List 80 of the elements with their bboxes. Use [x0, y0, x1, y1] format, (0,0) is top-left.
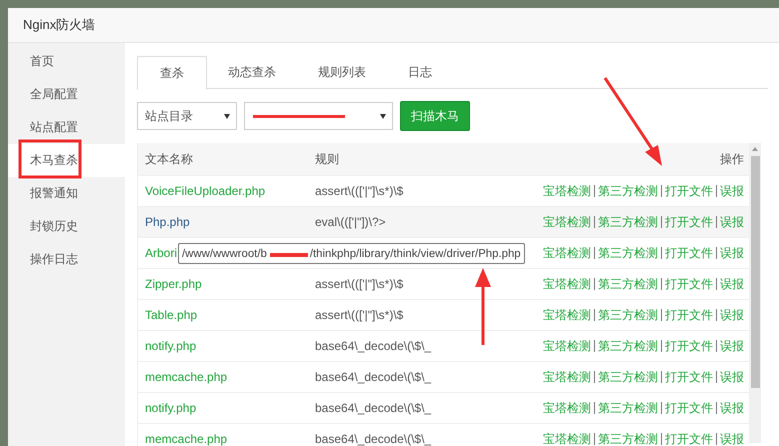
column-header: 操作	[719, 150, 745, 168]
site-select[interactable]	[244, 102, 393, 130]
file-link[interactable]: VoiceFileUploader.php	[145, 184, 266, 198]
rule-cell: assert\((['|"]\s*)\$	[315, 308, 404, 322]
file-link[interactable]: notify.php	[145, 339, 196, 353]
action-link[interactable]: 第三方检测	[598, 182, 658, 200]
tab[interactable]: 查杀	[137, 56, 207, 90]
action-link[interactable]: 第三方检测	[598, 368, 658, 386]
sidebar-item[interactable]: 操作日志	[8, 243, 125, 276]
action-link[interactable]: 打开文件	[665, 338, 713, 354]
sidebar-item[interactable]: 站点配置	[8, 111, 125, 144]
action-link[interactable]: 打开文件	[665, 276, 713, 292]
file-link[interactable]: notify.php	[145, 401, 196, 415]
select-value: 站点目录	[145, 108, 193, 124]
action-link[interactable]: 第三方检测	[598, 276, 658, 292]
column-header: 规则	[315, 150, 340, 168]
action-link[interactable]: 误报	[720, 430, 744, 446]
action-link[interactable]: 误报	[720, 182, 744, 200]
action-link[interactable]: 宝塔检测	[543, 306, 591, 324]
tooltip-text: /thinkphp/library/think/view/driver/Php.php	[310, 248, 521, 260]
action-link[interactable]: 第三方检测	[598, 214, 658, 230]
action-link[interactable]: 第三方检测	[598, 430, 658, 446]
action-link[interactable]: 第三方检测	[598, 306, 658, 324]
rule-cell: eval\((['|"])\?>	[315, 215, 386, 229]
scrollbar[interactable]	[749, 143, 761, 443]
rule-cell: assert\((['|"]\s*)\$	[315, 184, 404, 198]
action-link[interactable]: 第三方检测	[598, 400, 658, 416]
action-link[interactable]: 误报	[720, 368, 744, 386]
rule-cell: base64\_decode\(\$\_	[315, 339, 432, 353]
action-link[interactable]: 误报	[720, 276, 744, 292]
rule-cell: assert\((['|"]\s*)\$	[315, 277, 404, 291]
directory-select[interactable]: 站点目录	[137, 102, 237, 130]
window-title: Nginx防火墙	[23, 16, 96, 34]
sidebar-item[interactable]: 木马查杀	[8, 144, 125, 177]
action-link[interactable]: 误报	[720, 338, 744, 354]
action-link[interactable]: 宝塔检测	[543, 276, 591, 292]
action-link[interactable]: 第三方检测	[598, 338, 658, 354]
tab[interactable]: 规则列表	[297, 56, 387, 88]
action-link[interactable]: 宝塔检测	[543, 368, 591, 386]
sidebar-item[interactable]: 全局配置	[8, 78, 125, 111]
action-link[interactable]: 打开文件	[665, 244, 713, 262]
caret-icon	[224, 114, 230, 118]
scroll-up-icon[interactable]	[752, 147, 758, 151]
action-link[interactable]: 打开文件	[665, 400, 713, 416]
file-link[interactable]: Zipper.php	[145, 277, 202, 291]
action-link[interactable]: 打开文件	[665, 430, 713, 446]
tooltip-text: /www/wwwroot/b	[182, 248, 267, 260]
action-link[interactable]: 误报	[720, 214, 744, 230]
action-link[interactable]: 宝塔检测	[543, 244, 591, 262]
action-link[interactable]: 误报	[720, 400, 744, 416]
sidebar-item[interactable]: 报警通知	[8, 177, 125, 210]
action-link[interactable]: 误报	[720, 306, 744, 324]
action-link[interactable]: 第三方检测	[598, 244, 658, 262]
action-link[interactable]: 宝塔检测	[543, 430, 591, 446]
scan-button[interactable]: 扫描木马	[400, 101, 470, 131]
highlight-box	[18, 140, 82, 178]
file-link[interactable]: Arbori	[145, 246, 178, 260]
column-header: 文本名称	[144, 150, 194, 168]
action-link[interactable]: 打开文件	[665, 368, 713, 386]
rule-cell: base64\_decode\(\$\_	[315, 401, 432, 415]
action-link[interactable]: 打开文件	[665, 306, 713, 324]
file-link[interactable]: Table.php	[145, 308, 198, 322]
action-link[interactable]: 误报	[720, 244, 744, 262]
action-link[interactable]: 打开文件	[665, 182, 713, 200]
caret-icon	[380, 114, 386, 118]
action-link[interactable]: 打开文件	[665, 214, 713, 230]
sidebar-item[interactable]: 首页	[8, 45, 125, 78]
tab[interactable]: 日志	[387, 56, 453, 88]
file-link[interactable]: memcache.php	[145, 370, 228, 384]
tab[interactable]: 动态查杀	[207, 56, 297, 88]
sidebar-item[interactable]: 封锁历史	[8, 210, 125, 243]
rule-cell: base64\_decode\(\$\_	[315, 432, 432, 446]
rule-cell: base64\_decode\(\$\_	[315, 370, 432, 384]
action-link[interactable]: 宝塔检测	[543, 182, 591, 200]
file-link[interactable]: Php.php	[145, 215, 190, 229]
action-link[interactable]: 宝塔检测	[543, 400, 591, 416]
action-link[interactable]: 宝塔检测	[543, 214, 591, 230]
file-link[interactable]: memcache.php	[145, 432, 228, 446]
action-link[interactable]: 宝塔检测	[543, 338, 591, 354]
scroll-thumb[interactable]	[751, 156, 760, 388]
